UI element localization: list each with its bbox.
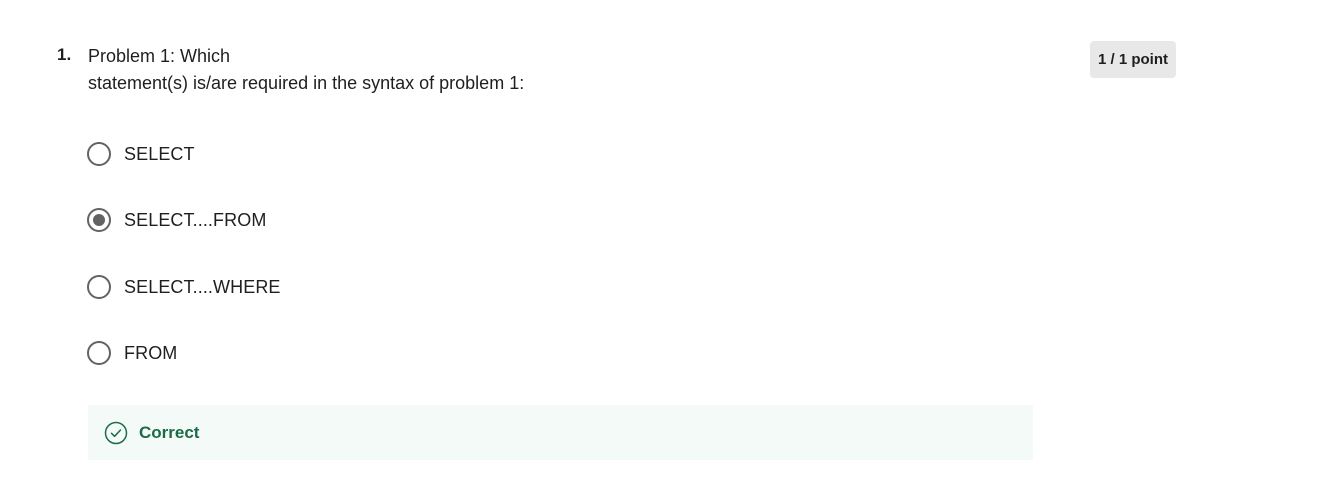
feedback-banner: Correct	[88, 405, 1033, 460]
option-select-where[interactable]: SELECT....WHERE	[87, 274, 281, 300]
check-circle-icon	[104, 421, 128, 444]
radio-button-selected[interactable]	[87, 208, 111, 232]
option-select[interactable]: SELECT	[87, 141, 195, 167]
question-text-line1: Problem 1: Which	[88, 46, 231, 66]
question-number: 1.	[57, 45, 72, 64]
question-text-line2: statement(s) is/are required in the synt…	[88, 73, 525, 93]
radio-dot	[93, 214, 105, 226]
option-label: FROM	[124, 342, 178, 363]
option-from[interactable]: FROM	[87, 340, 177, 366]
radio-button[interactable]	[87, 341, 111, 365]
option-label: SELECT	[124, 143, 195, 164]
option-select-from[interactable]: SELECT....FROM	[87, 207, 266, 233]
option-label: SELECT....WHERE	[124, 276, 281, 297]
radio-button[interactable]	[87, 142, 111, 166]
question-text: Problem 1: Which statement(s) is/are req…	[88, 43, 558, 97]
radio-button[interactable]	[87, 275, 111, 299]
option-label: SELECT....FROM	[124, 209, 267, 230]
feedback-label: Correct	[139, 422, 200, 442]
points-badge: 1 / 1 point	[1090, 41, 1176, 78]
